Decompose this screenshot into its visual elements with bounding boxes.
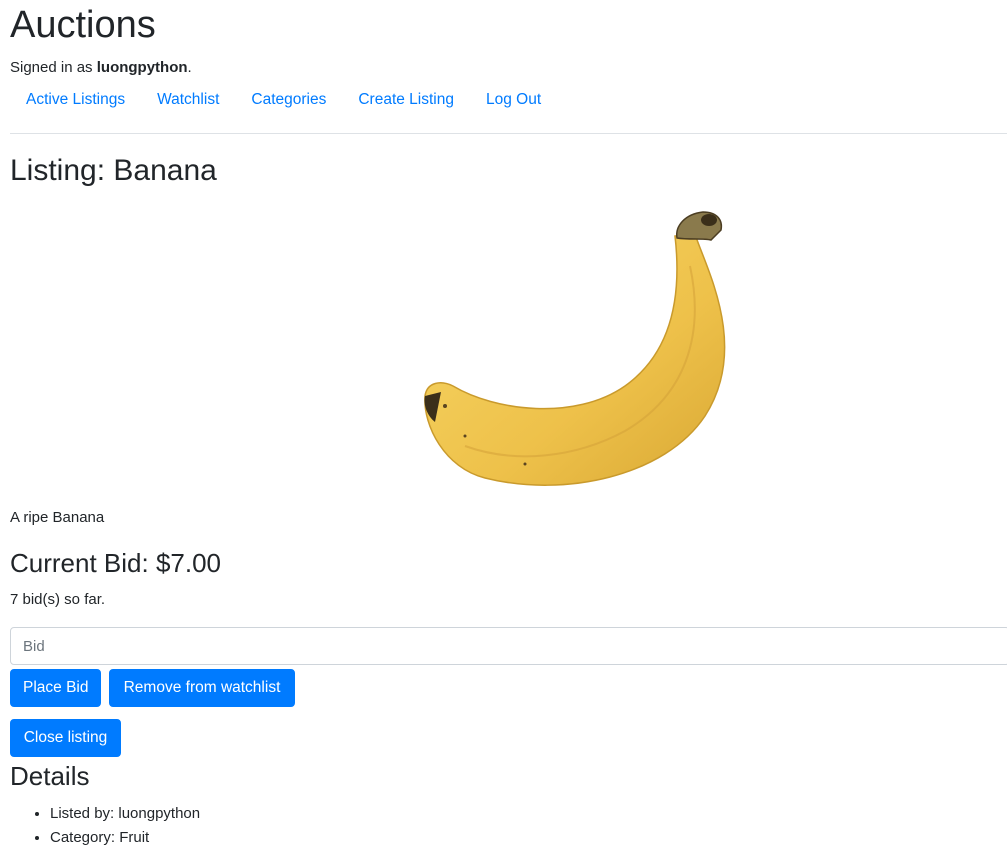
current-bid: Current Bid: $7.00 [10,548,222,578]
signed-in-suffix: . [187,59,192,76]
details-title: Details [10,761,90,791]
nav-log-out[interactable]: Log Out [470,89,557,111]
detail-listed-by: Listed by: luongpython [50,802,200,826]
bid-input[interactable] [10,627,1007,665]
detail-category: Category: Fruit [50,826,200,850]
nav-categories[interactable]: Categories [235,89,342,111]
details-list: Listed by: luongpython Category: Fruit [10,802,200,850]
banana-image [424,211,726,486]
header-divider [10,133,1007,134]
main-nav: Active Listings Watchlist Categories Cre… [10,89,557,111]
signed-in-status: Signed in as luongpython. [10,59,192,77]
nav-watchlist[interactable]: Watchlist [141,89,235,111]
nav-active-listings[interactable]: Active Listings [10,89,141,111]
listing-title: Listing: Banana [10,154,217,187]
site-title: Auctions [10,4,156,46]
listing-description: A ripe Banana [10,509,105,526]
listing-image [10,200,1007,500]
close-listing-button[interactable]: Close listing [10,719,121,757]
signed-in-prefix: Signed in as [10,59,97,76]
bid-count: 7 bid(s) so far. [10,591,106,608]
remove-from-watchlist-button[interactable]: Remove from watchlist [109,669,295,707]
place-bid-button[interactable]: Place Bid [10,669,101,707]
nav-create-listing[interactable]: Create Listing [342,89,470,111]
username: luongpython [96,59,188,76]
